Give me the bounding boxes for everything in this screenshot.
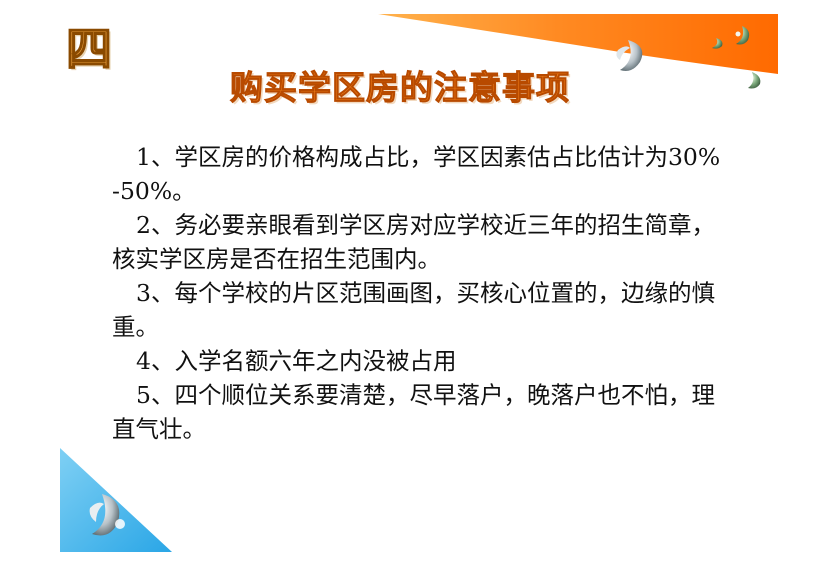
bottom-left-blue-triangle [60, 448, 172, 552]
crescent-leaf-icon [748, 72, 761, 89]
list-item: 5、四个顺位关系要清楚，尽早落户，晚落户也不怕，理直气壮。 [112, 381, 715, 443]
list-item: 4、入学名额六年之内没被占用 [136, 347, 457, 375]
crescent-leaf-icon [89, 494, 125, 536]
slide-title: 购买学区房的注意事项 [230, 68, 570, 108]
slide: 四 购买学区房的注意事项 1、学区房的价格构成占比，学区因素估占比估计为30%-… [0, 0, 824, 566]
top-right-orange-band [378, 14, 778, 74]
crescent-leaf-icon [735, 26, 750, 45]
crescent-leaf-icon [712, 38, 723, 49]
crescent-leaf-icon [616, 40, 643, 71]
chapter-number: 四 [65, 21, 113, 77]
list-item: 1、学区房的价格构成占比，学区因素估占比估计为30%-50%。 [112, 143, 721, 205]
content-list: 1、学区房的价格构成占比，学区因素估占比估计为30%-50%。 2、务必要亲眼看… [112, 140, 722, 446]
list-item: 3、每个学校的片区范围画图，买核心位置的，边缘的慎重。 [112, 279, 715, 341]
list-item: 2、务必要亲眼看到学区房对应学校近三年的招生简章，核实学区房是否在招生范围内。 [112, 211, 715, 273]
